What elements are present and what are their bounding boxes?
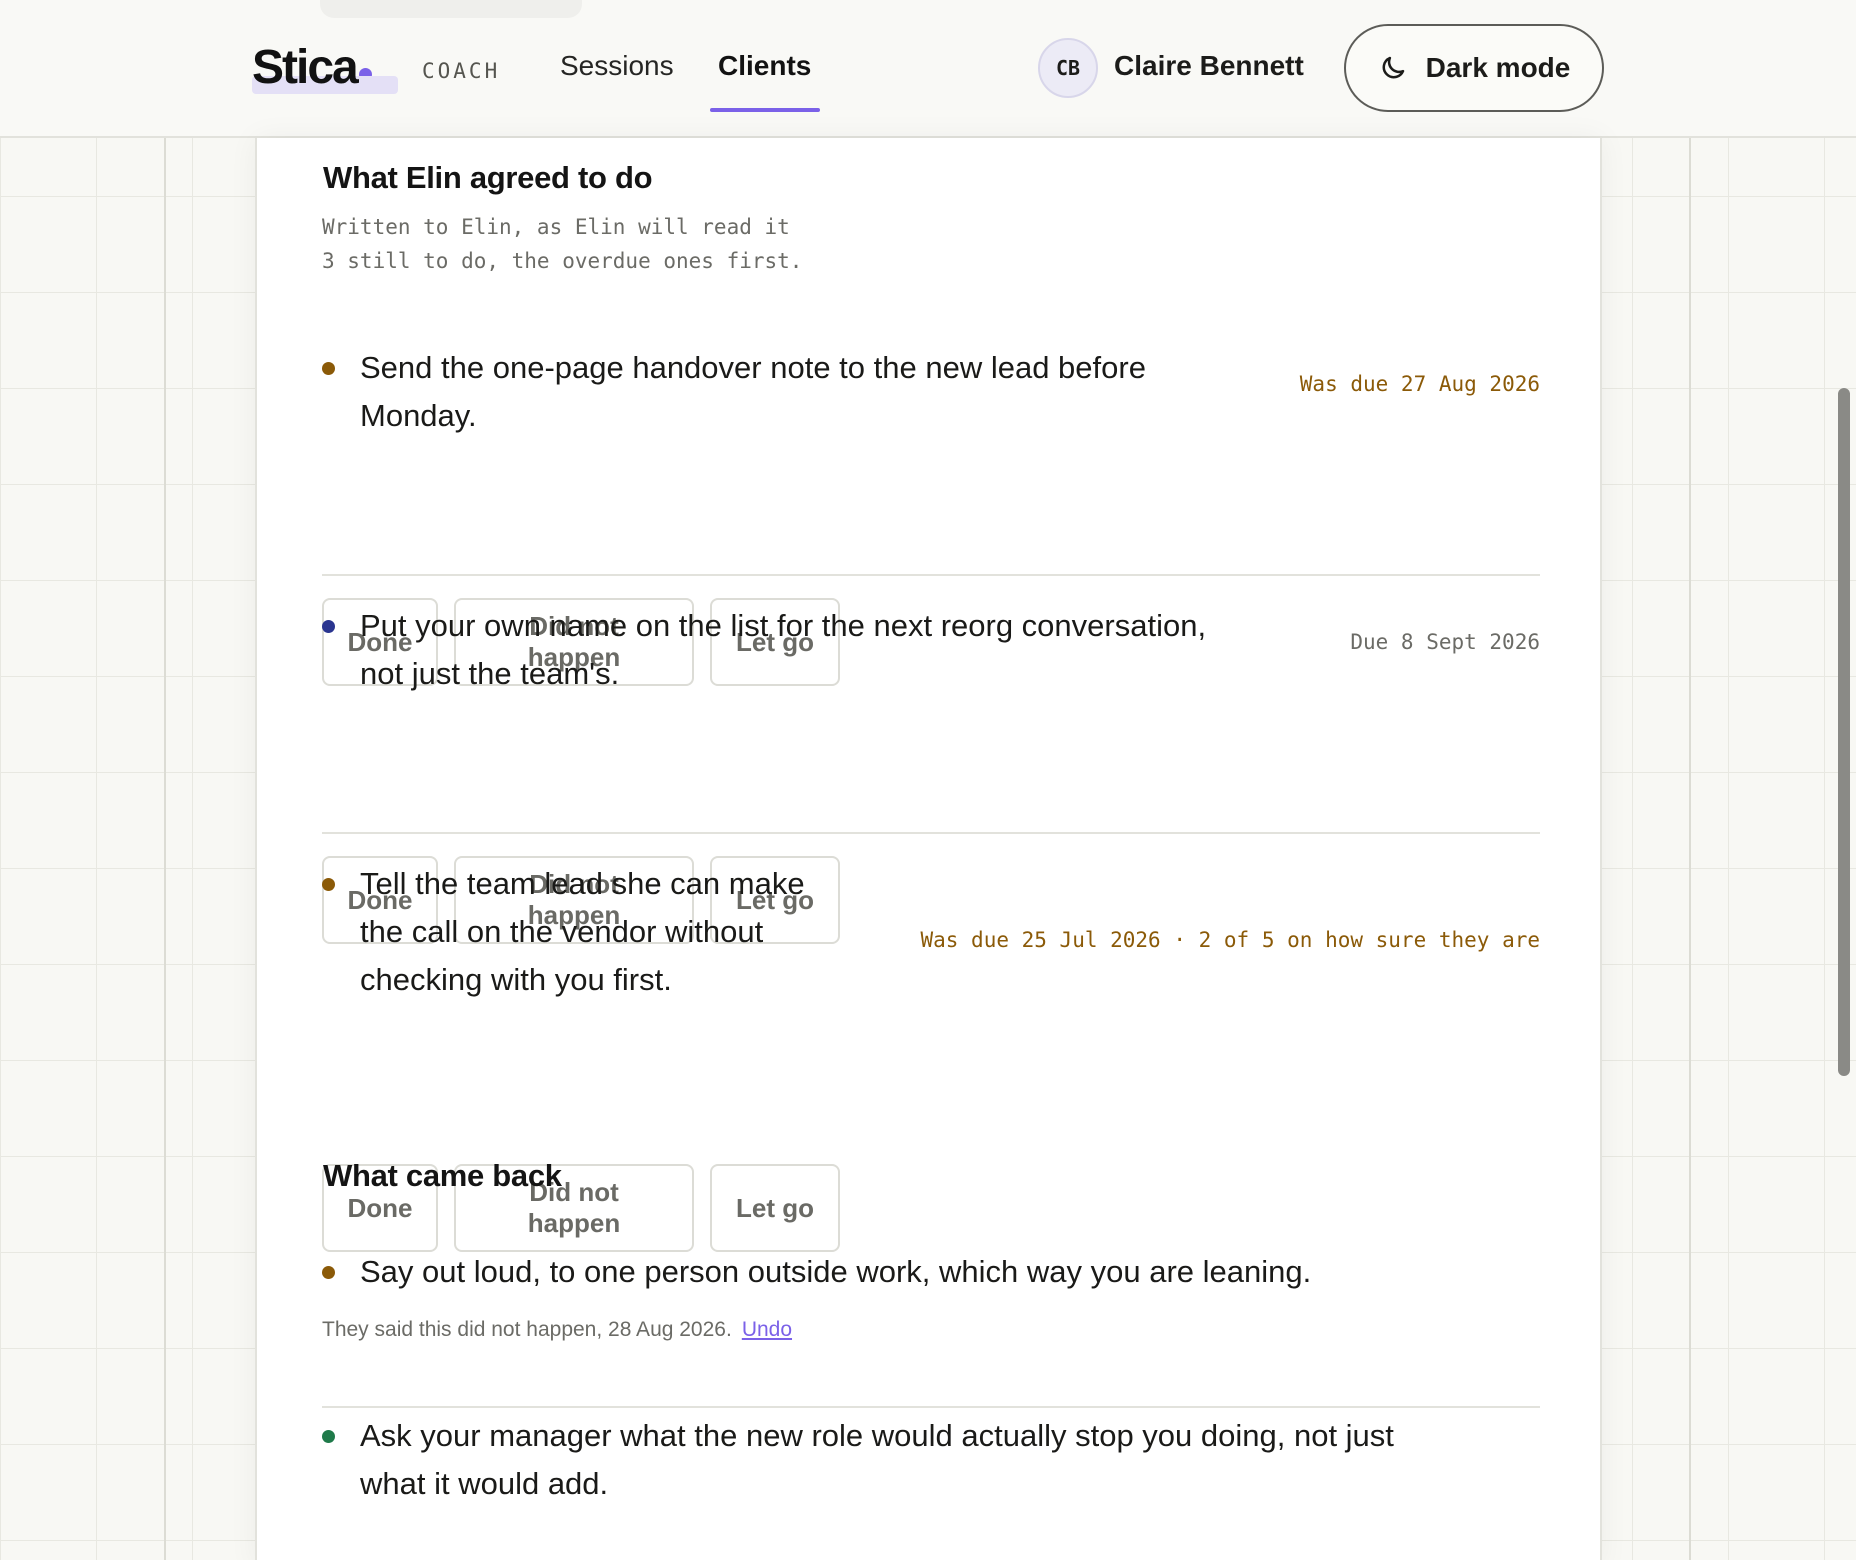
avatar[interactable]: CB	[1038, 38, 1098, 98]
bullet-icon	[322, 620, 335, 633]
undo-link[interactable]: Undo	[742, 1318, 792, 1341]
page-rail-left	[164, 138, 166, 1560]
bullet-icon	[322, 1266, 335, 1279]
agreement-text: Put your own name on the list for the ne…	[360, 602, 1206, 698]
agreed-note-line1: Written to Elin, as Elin will read it	[322, 215, 790, 239]
agreement-text-line: Monday.	[360, 398, 477, 433]
let-go-button[interactable]: Let go	[710, 1164, 840, 1252]
came-back-text: Say out loud, to one person outside work…	[360, 1254, 1312, 1289]
came-back-status-text: They said this did not happen, 28 Aug 20…	[322, 1318, 732, 1341]
top-bar: Stica COACH Sessions Clients CB Claire B…	[0, 0, 1856, 138]
bullet-icon	[322, 878, 335, 891]
agreed-note-line2: 3 still to do, the overdue ones first.	[322, 249, 803, 273]
item-divider	[322, 574, 1540, 576]
came-back-text-line: what it would add.	[360, 1466, 609, 1501]
logo[interactable]: Stica	[252, 41, 398, 94]
item-divider	[322, 832, 1540, 834]
due-date: Was due 25 Jul 2026 · 2 of 5 on how sure…	[920, 928, 1540, 952]
agreed-section-title: What Elin agreed to do	[323, 160, 653, 195]
scrollbar-thumb[interactable]	[1838, 388, 1850, 1076]
nav-sessions[interactable]: Sessions	[560, 50, 674, 82]
user-name[interactable]: Claire Bennett	[1114, 50, 1304, 82]
dark-mode-label: Dark mode	[1425, 52, 1571, 83]
bullet-icon	[322, 1430, 335, 1443]
item-divider	[322, 1406, 1540, 1408]
agreement-text: Tell the team lead she can make the call…	[360, 860, 805, 1004]
client-card: What Elin agreed to do Written to Elin, …	[255, 138, 1602, 1560]
due-date: Due 8 Sept 2026	[1350, 630, 1540, 654]
toast-shadow	[320, 0, 582, 18]
dark-mode-button[interactable]: Dark mode	[1344, 24, 1604, 112]
agreement-text: Send the one-page handover note to the n…	[360, 344, 1146, 440]
nav-active-indicator	[710, 108, 820, 112]
agreement-text-line: Put your own name on the list for the ne…	[360, 608, 1207, 643]
agreement-text-line: Send the one-page handover note to the n…	[360, 350, 1146, 385]
logo-text: Stica	[252, 41, 359, 94]
nav-clients[interactable]: Clients	[718, 50, 811, 82]
page-rail-right	[1689, 138, 1691, 1560]
came-back-text: Ask your manager what the new role would…	[360, 1412, 1394, 1508]
agreement-text-line: the call on the vendor without	[360, 914, 764, 949]
agreement-text-line: not just the team's.	[360, 656, 620, 691]
due-date: Was due 27 Aug 2026	[1299, 372, 1540, 396]
came-back-status: They said this did not happen, 28 Aug 20…	[322, 1318, 792, 1342]
agreed-note: Written to Elin, as Elin will read it 3 …	[322, 210, 802, 278]
role-label: COACH	[422, 59, 501, 83]
came-back-section-title: What came back	[323, 1158, 562, 1193]
came-back-text-line: Ask your manager what the new role would…	[360, 1418, 1394, 1453]
agreement-text-line: Tell the team lead she can make	[360, 866, 805, 901]
bullet-icon	[322, 362, 335, 375]
moon-icon	[1382, 56, 1404, 79]
agreement-text-line: checking with you first.	[360, 962, 672, 997]
